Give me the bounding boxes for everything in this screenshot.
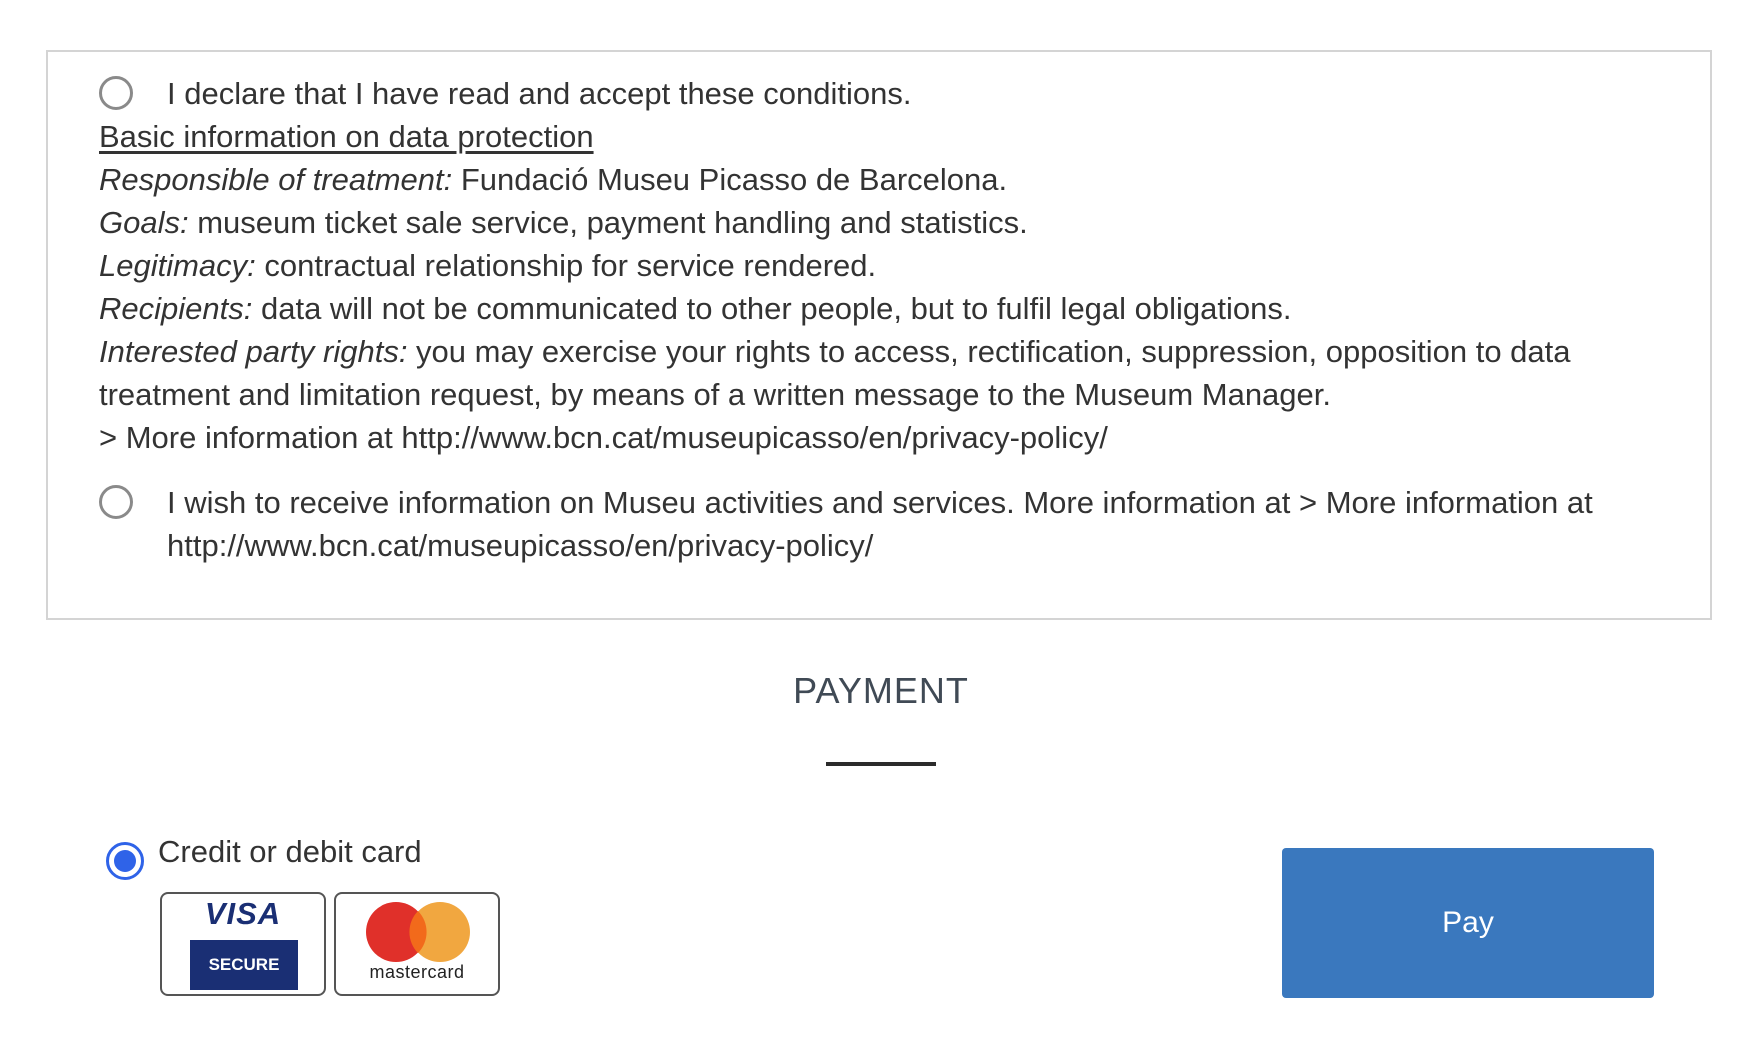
mastercard-wordmark: mastercard <box>369 962 465 982</box>
payment-title: PAYMENT <box>793 670 969 711</box>
card-payment-radio[interactable] <box>106 842 144 880</box>
responsible-text: Fundació Museu Picasso de Barcelona. <box>452 162 1008 197</box>
legitimacy-text: contractual relationship for service ren… <box>255 248 877 283</box>
pay-button[interactable]: Pay <box>1282 848 1654 998</box>
page: I declare that I have read and accept th… <box>0 0 1740 1054</box>
payment-divider <box>826 762 936 766</box>
accept-conditions-row: I declare that I have read and accept th… <box>99 72 1659 115</box>
goals-text: museum ticket sale service, payment hand… <box>188 205 1028 240</box>
rights-label: Interested party rights: <box>99 334 408 369</box>
responsible-line: Responsible of treatment: Fundació Museu… <box>99 158 1659 201</box>
more-info-line: > More information at http://www.bcn.cat… <box>99 420 1108 455</box>
responsible-label: Responsible of treatment: <box>99 162 453 197</box>
visa-secure-logo: VISA SECURE <box>160 892 326 996</box>
data-protection-paragraph: Basic information on data protection <box>99 115 1659 158</box>
mastercard-logo: mastercard <box>334 892 500 996</box>
recipients-text: data will not be communicated to other p… <box>252 291 1292 326</box>
conditions-content: I declare that I have read and accept th… <box>99 72 1659 567</box>
rights-line: Interested party rights: you may exercis… <box>99 330 1659 416</box>
recipients-label: Recipients: <box>99 291 253 326</box>
legitimacy-line: Legitimacy: contractual relationship for… <box>99 244 1659 287</box>
conditions-box: I declare that I have read and accept th… <box>46 50 1712 620</box>
legitimacy-label: Legitimacy: <box>99 248 256 283</box>
card-payment-option[interactable]: Credit or debit card <box>106 830 422 880</box>
visa-secure-badge: SECURE <box>190 940 298 990</box>
newsletter-label: I wish to receive information on Museu a… <box>167 485 1593 563</box>
visa-wordmark: VISA <box>204 896 282 931</box>
card-payment-label: Credit or debit card <box>158 834 422 869</box>
newsletter-row: I wish to receive information on Museu a… <box>99 481 1659 567</box>
newsletter-radio[interactable] <box>99 485 133 519</box>
mastercard-circles-icon <box>366 902 470 962</box>
accept-conditions-label: I declare that I have read and accept th… <box>167 76 912 111</box>
goals-line: Goals: museum ticket sale service, payme… <box>99 201 1659 244</box>
data-protection-link[interactable]: Basic information on data protection <box>99 119 594 154</box>
recipients-line: Recipients: data will not be communicate… <box>99 287 1659 330</box>
radio-selected-dot <box>114 850 136 872</box>
accept-conditions-radio[interactable] <box>99 76 133 110</box>
goals-label: Goals: <box>99 205 189 240</box>
